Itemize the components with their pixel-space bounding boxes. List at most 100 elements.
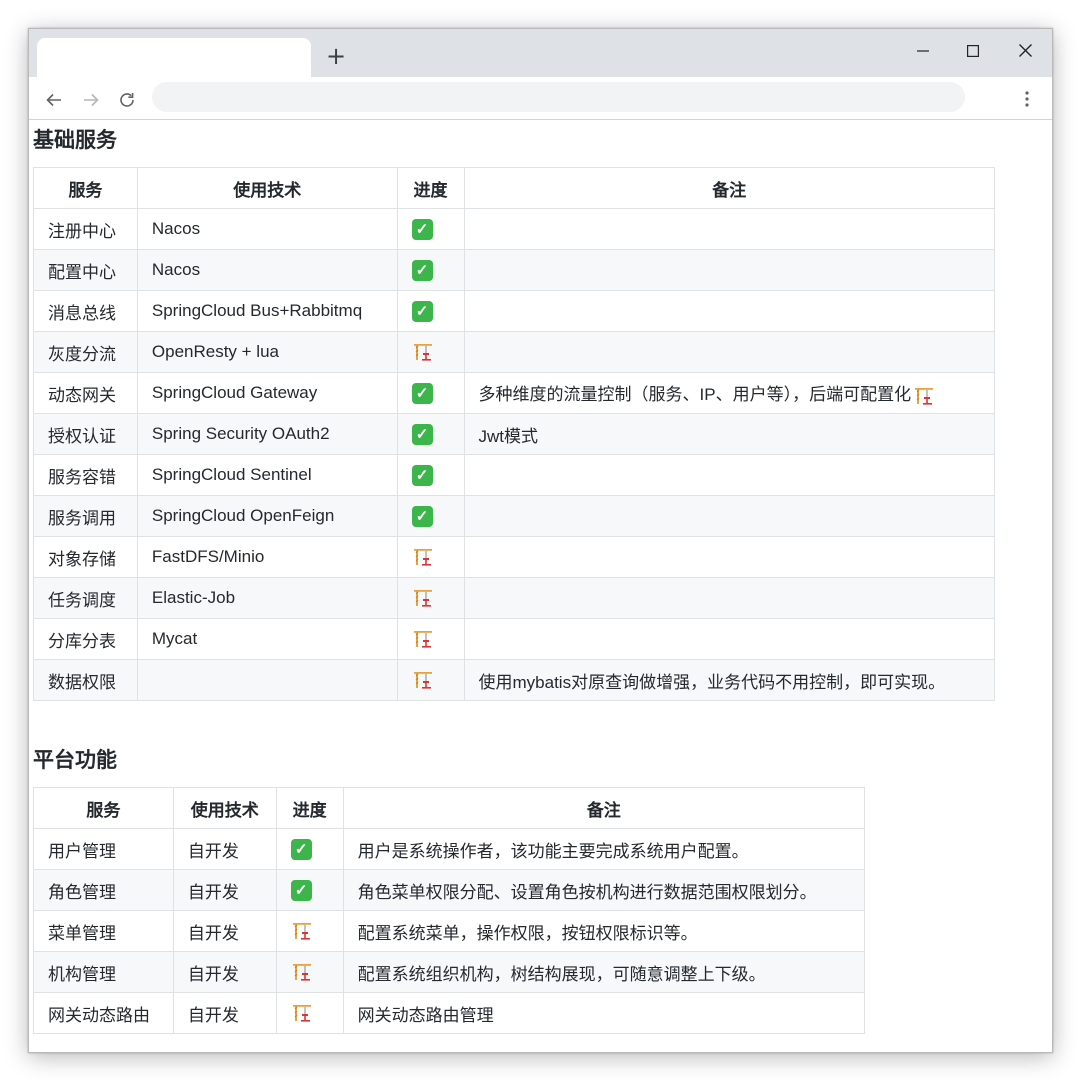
note-text: 使用mybatis对原查询做增强，业务代码不用控制，即可实现。 [478, 672, 946, 692]
cell-notes [463, 331, 996, 373]
cell-progress: ✓ [275, 869, 344, 911]
cell-progress [275, 910, 344, 952]
header-progress: 进度 [275, 787, 344, 829]
table-row: 灰度分流 OpenResty + lua [33, 331, 996, 373]
cell-progress: ✓ [396, 413, 465, 455]
cell-progress: ✓ [396, 372, 465, 414]
construction-icon [412, 670, 434, 690]
header-service: 服务 [33, 167, 138, 209]
basic-services-table: 服务 使用技术 进度 备注 注册中心 Nacos ✓ 配置中心 Nacos ✓ 消息总线 Sp… [33, 167, 996, 701]
table-row: 授权认证 Spring Security OAuth2 ✓ Jwt模式 [33, 413, 996, 455]
cell-notes [463, 208, 996, 250]
check-mark-icon: ✓ [411, 464, 433, 486]
close-button[interactable] [999, 35, 1051, 65]
cell-tech: 自开发 [172, 951, 277, 993]
cell-tech: FastDFS/Minio [136, 536, 398, 578]
cell-service: 任务调度 [33, 577, 138, 619]
cell-notes: 用户是系统操作者，该功能主要完成系统用户配置。 [342, 828, 866, 870]
table-row: 服务容错 SpringCloud Sentinel ✓ [33, 454, 996, 496]
cell-tech: 自开发 [172, 992, 277, 1034]
page-content: 基础服务 服务 使用技术 进度 备注 注册中心 Nacos ✓ 配置中心 Nacos ✓ 消… [29, 120, 1052, 1052]
cell-tech: SpringCloud Bus+Rabbitmq [136, 290, 398, 332]
cell-notes: 配置系统组织机构，树结构展现，可随意调整上下级。 [342, 951, 866, 993]
header-notes: 备注 [342, 787, 866, 829]
table-row: 动态网关 SpringCloud Gateway ✓ 多种维度的流量控制（服务、IP、… [33, 372, 996, 414]
cell-progress: ✓ [396, 495, 465, 537]
note-text: 角色菜单权限分配、设置角色按机构进行数据范围权限划分。 [357, 882, 817, 902]
cell-service: 分库分表 [33, 618, 138, 660]
cell-progress [396, 618, 465, 660]
cell-service: 动态网关 [33, 372, 138, 414]
cell-notes [463, 454, 996, 496]
cell-notes: 多种维度的流量控制（服务、IP、用户等），后端可配置化 [463, 372, 996, 414]
cell-progress [396, 331, 465, 373]
table-row: 对象存储 FastDFS/Minio [33, 536, 996, 578]
table-row: 数据权限 使用mybatis对原查询做增强，业务代码不用控制，即可实现。 [33, 659, 996, 701]
table-row: 消息总线 SpringCloud Bus+Rabbitmq ✓ [33, 290, 996, 332]
cell-progress [396, 536, 465, 578]
construction-icon [412, 342, 434, 362]
reload-icon [120, 92, 134, 107]
cell-service: 角色管理 [33, 869, 174, 911]
title-bar: + [29, 29, 1052, 77]
header-tech: 使用技术 [136, 167, 398, 209]
check-mark-icon: ✓ [411, 382, 433, 404]
table-row: 任务调度 Elastic-Job [33, 577, 996, 619]
cell-progress [396, 577, 465, 619]
browser-window: + 基础服务 服务 使用技术 进度 备注 注册中心 Nacos ✓ 配置中心 N… [28, 28, 1053, 1053]
forward-button[interactable] [77, 85, 105, 113]
cell-notes [463, 290, 996, 332]
cell-tech: Nacos [136, 208, 398, 250]
header-service: 服务 [33, 787, 174, 829]
table-row: 注册中心 Nacos ✓ [33, 208, 996, 250]
cell-service: 数据权限 [33, 659, 138, 701]
cell-tech [136, 659, 398, 701]
note-text: 用户是系统操作者，该功能主要完成系统用户配置。 [357, 841, 749, 861]
cell-progress: ✓ [396, 208, 465, 250]
platform-features-table: 服务 使用技术 进度 备注 用户管理 自开发 ✓ 用户是系统操作者，该功能主要完成系统… [33, 787, 866, 1034]
cell-notes [463, 249, 996, 291]
note-text: 配置系统菜单，操作权限，按钮权限标识等。 [357, 923, 698, 943]
cell-notes [463, 536, 996, 578]
note-text: 配置系统组织机构，树结构展现，可随意调整上下级。 [357, 964, 766, 984]
table-row: 角色管理 自开发 ✓ 角色菜单权限分配、设置角色按机构进行数据范围权限划分。 [33, 869, 866, 911]
more-vertical-icon [1025, 91, 1029, 107]
construction-icon [412, 629, 434, 649]
cell-tech: 自开发 [172, 869, 277, 911]
note-text: 多种维度的流量控制（服务、IP、用户等），后端可配置化 [478, 385, 912, 405]
construction-icon [291, 921, 313, 941]
cell-progress: ✓ [396, 454, 465, 496]
browser-tab[interactable] [37, 38, 311, 77]
cell-service: 注册中心 [33, 208, 138, 250]
cell-service: 配置中心 [33, 249, 138, 291]
cell-notes: 网关动态路由管理 [342, 992, 866, 1034]
header-tech: 使用技术 [172, 787, 277, 829]
back-button[interactable] [40, 85, 68, 113]
cell-tech: SpringCloud OpenFeign [136, 495, 398, 537]
table-row: 配置中心 Nacos ✓ [33, 249, 996, 291]
cell-service: 用户管理 [33, 828, 174, 870]
header-progress: 进度 [396, 167, 465, 209]
cell-service: 服务容错 [33, 454, 138, 496]
construction-icon [291, 1003, 313, 1023]
minimize-button[interactable] [897, 35, 949, 65]
cell-tech: 自开发 [172, 910, 277, 952]
cell-progress: ✓ [396, 290, 465, 332]
cell-tech: Elastic-Job [136, 577, 398, 619]
cell-progress [275, 951, 344, 993]
cell-notes [463, 577, 996, 619]
cell-notes [463, 618, 996, 660]
cell-progress [275, 992, 344, 1034]
cell-service: 网关动态路由 [33, 992, 174, 1034]
address-bar[interactable] [152, 82, 965, 112]
cell-service: 消息总线 [33, 290, 138, 332]
cell-service: 灰度分流 [33, 331, 138, 373]
browser-menu-button[interactable] [1017, 85, 1037, 113]
new-tab-button[interactable]: + [323, 43, 349, 69]
check-mark-icon: ✓ [411, 423, 433, 445]
cell-progress: ✓ [396, 249, 465, 291]
reload-button[interactable] [113, 85, 141, 113]
maximize-icon [967, 44, 980, 57]
cell-progress [396, 659, 465, 701]
maximize-button[interactable] [947, 35, 999, 65]
